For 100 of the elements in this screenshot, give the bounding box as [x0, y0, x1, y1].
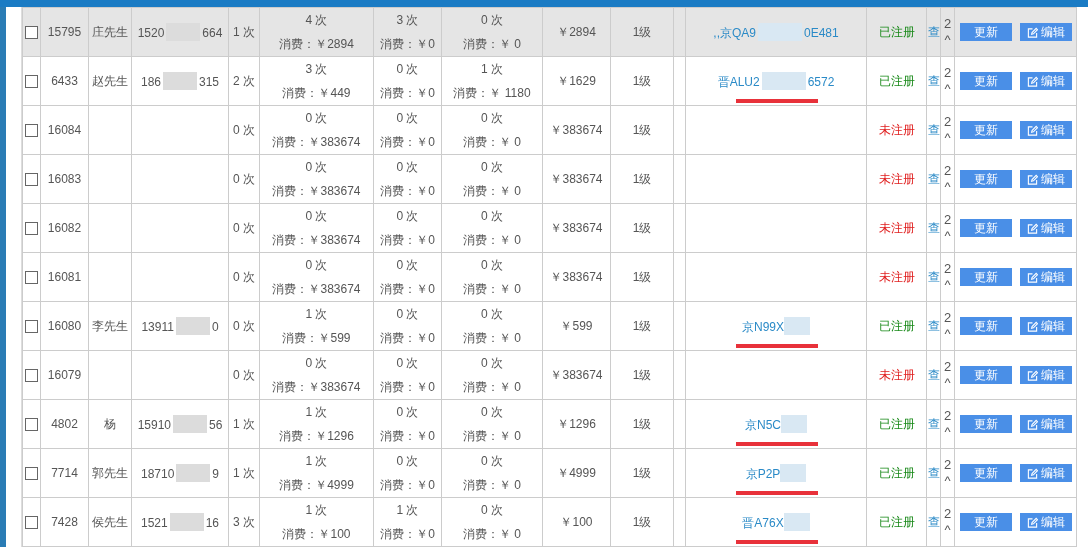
edit-button[interactable]: 编辑 [1019, 72, 1072, 90]
edit-button[interactable]: 编辑 [1019, 513, 1072, 531]
cell-text: ^ [944, 326, 951, 342]
checkbox[interactable] [25, 173, 38, 187]
update-button[interactable]: 更新 [959, 415, 1012, 433]
fee-text: 消费：￥4999 [279, 477, 354, 494]
total-text: ￥383674 [550, 368, 603, 382]
total-text: ￥1629 [557, 74, 596, 88]
cell-text: ^ [944, 32, 951, 48]
id-text: 16079 [47, 368, 82, 382]
fee-text: 消费：￥0 [380, 232, 435, 249]
fee-text: 消费：￥ 0 [463, 428, 521, 445]
id-text: 16080 [47, 319, 82, 333]
visits-text: 0 次 [233, 319, 255, 333]
name-text: 庄先生 [92, 25, 128, 39]
checkbox[interactable] [25, 369, 38, 383]
plate-link[interactable]: 6572 [807, 74, 835, 89]
count-text: 0 次 [305, 208, 328, 225]
edit-icon [1026, 418, 1038, 430]
update-button[interactable]: 更新 [959, 170, 1012, 188]
edit-button[interactable]: 编辑 [1019, 317, 1072, 335]
update-button[interactable]: 更新 [959, 219, 1012, 237]
status-text: 已注册 [878, 319, 915, 333]
update-button[interactable]: 更新 [959, 513, 1012, 531]
checkbox[interactable] [25, 418, 38, 432]
plate-link[interactable]: 晋ALU2 [717, 74, 760, 89]
level-text: 1级 [632, 221, 652, 235]
edit-button[interactable]: 编辑 [1019, 415, 1072, 433]
edit-button[interactable]: 编辑 [1019, 121, 1072, 139]
count-text: 3 次 [305, 61, 328, 78]
fee-text: 消费：￥383674 [272, 281, 361, 298]
id-text: 7714 [51, 466, 78, 480]
checkbox[interactable] [25, 75, 38, 89]
status-text: 未注册 [878, 123, 915, 137]
count-text: 3 次 [396, 12, 419, 29]
visits-text: 0 次 [233, 368, 255, 382]
visits-text: 0 次 [233, 172, 255, 186]
total-text: ￥383674 [550, 221, 603, 235]
update-button[interactable]: 更新 [959, 464, 1012, 482]
fee-text: 消费：￥383674 [272, 232, 361, 249]
edit-button[interactable]: 编辑 [1019, 464, 1072, 482]
edit-icon [1026, 271, 1038, 283]
checkbox[interactable] [25, 320, 38, 334]
checkbox[interactable] [25, 26, 38, 40]
edit-icon [1026, 75, 1038, 87]
edit-icon [1026, 467, 1038, 479]
plate-link[interactable]: 晋A76X [742, 515, 784, 530]
plate-link[interactable]: ,,京QA9 [713, 25, 756, 40]
fee-text: 消费：￥ 0 [463, 134, 521, 151]
checkbox[interactable] [25, 124, 38, 138]
count-text: 0 次 [305, 257, 328, 274]
fee-text: 消费：￥0 [380, 330, 435, 347]
phone-fragment: 0 [211, 319, 219, 334]
fee-text: 消费：￥0 [380, 477, 435, 494]
update-button[interactable]: 更新 [959, 317, 1012, 335]
edit-button[interactable]: 编辑 [1019, 23, 1072, 41]
id-text: 4802 [51, 417, 78, 431]
update-button[interactable]: 更新 [959, 23, 1012, 41]
plate-link[interactable]: 京N99X [742, 319, 784, 334]
edit-button[interactable]: 编辑 [1019, 219, 1072, 237]
checkbox[interactable] [25, 467, 38, 481]
count-text: 1 次 [305, 502, 328, 519]
fee-text: 消费：￥0 [380, 134, 435, 151]
update-button[interactable]: 更新 [959, 268, 1012, 286]
fee-text: 消费：￥ 0 [463, 379, 521, 396]
update-button[interactable]: 更新 [959, 72, 1012, 90]
count-text: 1 次 [305, 306, 328, 323]
visits-text: 0 次 [233, 221, 255, 235]
update-button[interactable]: 更新 [959, 121, 1012, 139]
checkbox[interactable] [25, 516, 38, 530]
fee-text: 消费：￥0 [380, 36, 435, 53]
total-text: ￥383674 [550, 123, 603, 137]
fee-text: 消费：￥0 [380, 281, 435, 298]
edit-button[interactable]: 编辑 [1019, 268, 1072, 286]
visits-text: 1 次 [233, 417, 255, 431]
count-text: 0 次 [396, 453, 419, 470]
phone-fragment: 56 [209, 417, 223, 432]
checkbox[interactable] [25, 271, 38, 285]
redaction-blur [784, 317, 810, 336]
fee-text: 消费：￥ 0 [463, 281, 521, 298]
checkbox[interactable] [25, 222, 38, 236]
id-text: 15795 [47, 25, 82, 39]
phone-fragment: 9 [212, 466, 220, 481]
level-text: 1级 [632, 417, 652, 431]
cell-text: ^ [944, 375, 951, 391]
count-text: 1 次 [305, 453, 328, 470]
count-text: 0 次 [481, 257, 503, 274]
update-button[interactable]: 更新 [959, 366, 1012, 384]
edit-button[interactable]: 编辑 [1019, 170, 1072, 188]
cell-text: ^ [944, 522, 951, 538]
redaction-blur [173, 415, 207, 434]
fee-text: 消费：￥ 0 [463, 232, 521, 249]
count-text: 1 次 [481, 61, 503, 78]
id-text: 16083 [47, 172, 82, 186]
plate-link[interactable]: 京N5C [745, 417, 781, 432]
phone-fragment: 315 [199, 74, 220, 89]
plate-link[interactable]: 0E481 [804, 25, 839, 40]
level-text: 1级 [632, 270, 652, 284]
edit-button[interactable]: 编辑 [1019, 366, 1072, 384]
plate-link[interactable]: 京P2P [745, 466, 781, 481]
